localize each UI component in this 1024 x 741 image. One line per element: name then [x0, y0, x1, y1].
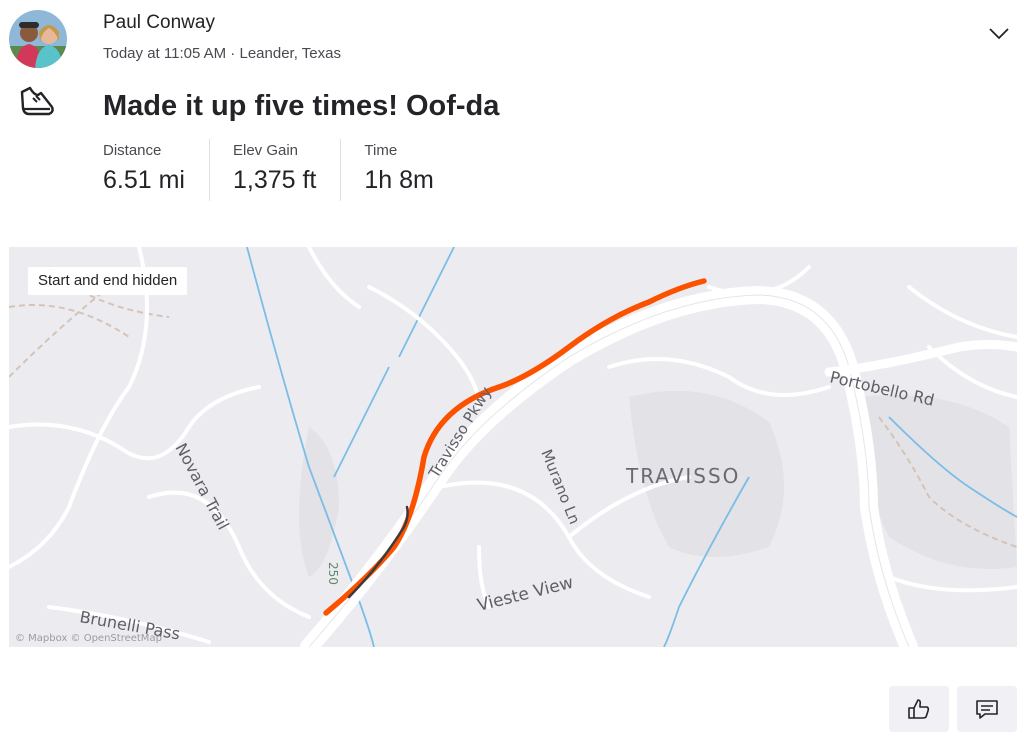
stat-elev-gain: Elev Gain 1,375 ft: [232, 139, 342, 201]
activity-map[interactable]: Travisso Pkwy Portobello Rd TRAVISSO Nov…: [9, 247, 1017, 647]
thumbs-up-icon: [908, 699, 930, 719]
stats-row: Distance 6.51 mi Elev Gain 1,375 ft Time…: [103, 139, 481, 201]
map-labels: Travisso Pkwy Portobello Rd TRAVISSO Nov…: [15, 367, 936, 644]
label-novara-trail: Novara Trail: [171, 440, 232, 533]
stat-value: 1,375 ft: [232, 166, 317, 194]
stat-time: Time 1h 8m: [364, 139, 457, 201]
stat-label: Distance: [103, 142, 162, 159]
stat-label: Elev Gain: [232, 142, 299, 159]
label-travisso: TRAVISSO: [625, 464, 740, 488]
label-road-250: 250: [326, 562, 340, 585]
avatar[interactable]: [9, 10, 67, 68]
map-attribution: © Mapbox © OpenStreetMap: [15, 633, 162, 644]
chevron-down-icon[interactable]: [986, 22, 1012, 44]
stat-value: 1h 8m: [364, 166, 434, 194]
activity-location: Leander, Texas: [239, 45, 341, 62]
run-shoe-icon: [19, 86, 57, 120]
map-canvas: Travisso Pkwy Portobello Rd TRAVISSO Nov…: [9, 247, 1017, 647]
meta-separator: ·: [226, 45, 240, 62]
stat-label: Time: [364, 142, 398, 159]
stat-value: 6.51 mi: [103, 166, 185, 194]
activity-meta: Today at 11:05 AM · Leander, Texas: [103, 44, 341, 64]
label-murano-ln: Murano Ln: [537, 447, 583, 527]
comment-button[interactable]: [957, 686, 1017, 732]
kudos-button[interactable]: [889, 686, 949, 732]
privacy-badge: Start and end hidden: [28, 267, 188, 295]
avatar-photo: [9, 10, 67, 68]
label-vieste-view: Vieste View: [475, 573, 575, 616]
stat-distance: Distance 6.51 mi: [103, 139, 210, 201]
comment-icon: [976, 700, 998, 719]
activity-time: Today at 11:05 AM: [103, 45, 227, 62]
athlete-name[interactable]: Paul Conway: [103, 11, 215, 35]
activity-title[interactable]: Made it up five times! Oof-da: [103, 88, 499, 124]
